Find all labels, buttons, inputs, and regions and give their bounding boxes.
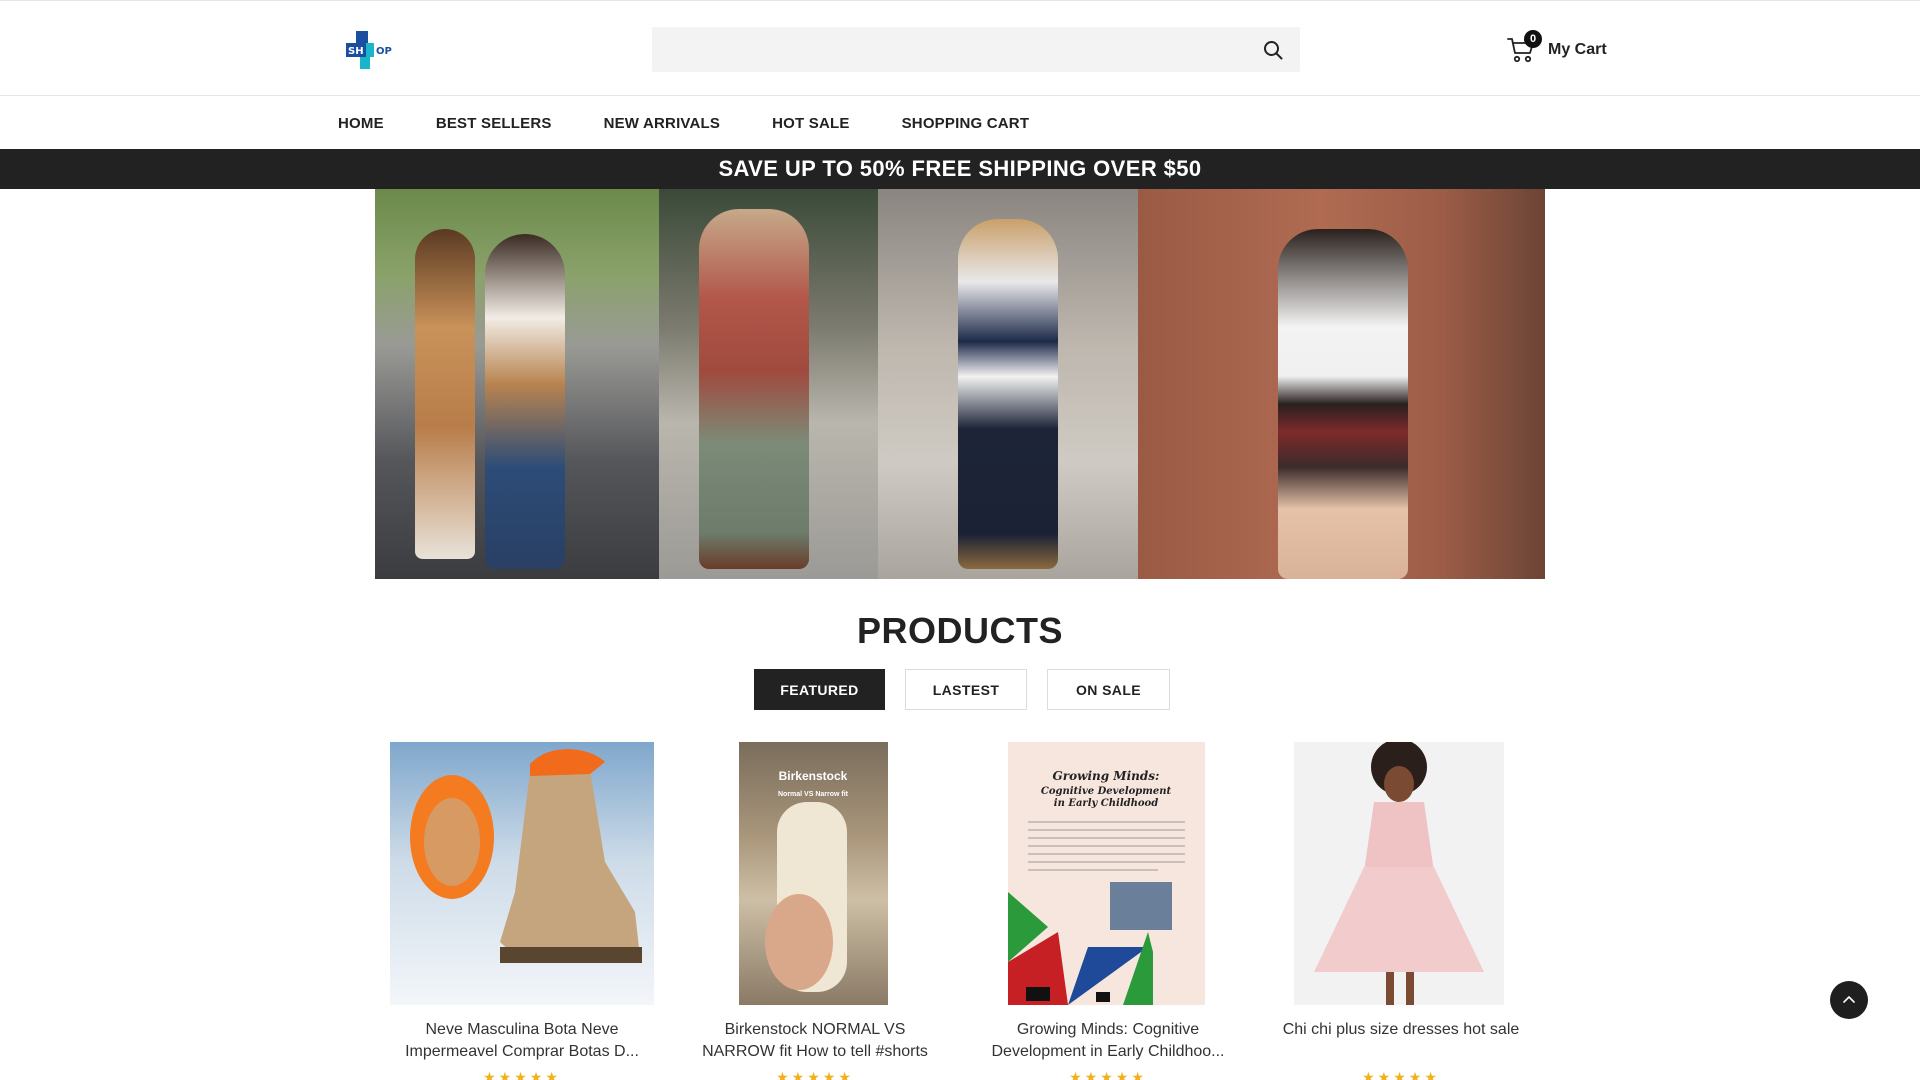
- product-title-line2: NARROW fit How to tell #shorts: [702, 1043, 928, 1060]
- logo-text-left: SH: [348, 46, 364, 57]
- nav-list: HOME BEST SELLERS NEW ARRIVALS HOT SALE …: [338, 97, 1081, 149]
- logo-text-right: OP: [376, 46, 392, 57]
- product-image-birkenstock[interactable]: Birkenstock Normal VS Narrow fit: [739, 742, 888, 1005]
- hero-image-plaid-cape: [659, 189, 878, 579]
- hero-image-plaid-skirt: [1138, 189, 1545, 579]
- hero-image-street-duo: [375, 189, 659, 579]
- product-rating-stars: ★★★★★: [1069, 1069, 1147, 1080]
- thumb-text-1: Birkenstock: [779, 769, 848, 783]
- chevron-up-icon: [1843, 996, 1855, 1003]
- product-title[interactable]: Neve Masculina Bota Neve Impermeavel Com…: [402, 1019, 642, 1063]
- product-rating-stars: ★★★★★: [483, 1069, 561, 1080]
- back-to-top-button[interactable]: [1830, 981, 1868, 1019]
- search-icon: [1264, 41, 1283, 60]
- product-title-line1: Birkenstock NORMAL VS: [724, 1021, 906, 1038]
- search-button[interactable]: [1256, 33, 1290, 67]
- product-tabs: FEATURED LASTEST ON SALE: [754, 669, 1190, 710]
- thumb-text-2: Normal VS Narrow fit: [778, 791, 849, 798]
- products-title: PRODUCTS: [856, 610, 1063, 651]
- tab-on-sale[interactable]: ON SALE: [1047, 669, 1170, 710]
- tab-featured[interactable]: FEATURED: [754, 669, 885, 710]
- birkenstock-illustration: Birkenstock Normal VS Narrow fit: [765, 769, 849, 992]
- boot-illustration: [410, 749, 642, 963]
- pink-dress-illustration: [1314, 742, 1484, 1005]
- product-title[interactable]: Birkenstock NORMAL VS NARROW fit How to …: [695, 1019, 935, 1063]
- announcement-bar: SAVE UP TO 50% FREE SHIPPING OVER $50: [0, 149, 1920, 189]
- hero-image-striped-top: [878, 189, 1138, 579]
- thumb-text-1: Growing Minds:: [1053, 769, 1160, 783]
- tab-latest[interactable]: LASTEST: [905, 669, 1027, 710]
- product-grid: Neve Masculina Bota Neve Impermeavel Com…: [375, 742, 1545, 1080]
- nav-item-hot-sale[interactable]: HOT SALE: [772, 115, 849, 132]
- product-title-line2: Impermeavel Comprar Botas D...: [405, 1043, 639, 1060]
- dvd-cover-illustration: Growing Minds: Cognitive Development in …: [1008, 742, 1205, 1005]
- cart-icon-wrap: 0: [1506, 30, 1542, 66]
- product-image-pink-dress[interactable]: [1294, 742, 1504, 1005]
- product-image-boot[interactable]: [390, 742, 654, 1005]
- product-title-line1: Growing Minds: Cognitive: [1016, 1021, 1200, 1038]
- announcement-text: SAVE UP TO 50% FREE SHIPPING OVER $50: [718, 156, 1202, 181]
- product-title[interactable]: Chi chi plus size dresses hot sale: [1281, 1019, 1521, 1041]
- nav-item-shopping-cart[interactable]: SHOPPING CART: [902, 115, 1030, 132]
- main-nav: HOME BEST SELLERS NEW ARRIVALS HOT SALE …: [0, 97, 1920, 149]
- site-header: SH OP 0 My Cart: [0, 0, 1920, 96]
- search-input[interactable]: [652, 27, 1300, 72]
- cart-label: My Cart: [1548, 41, 1607, 58]
- product-image-growing-minds-dvd[interactable]: Growing Minds: Cognitive Development in …: [1008, 742, 1205, 1005]
- product-title[interactable]: Growing Minds: Cognitive Development in …: [988, 1019, 1228, 1063]
- product-rating-stars: ★★★★★: [1362, 1069, 1440, 1080]
- hero-banner[interactable]: [375, 189, 1545, 579]
- product-rating-stars: ★★★★★: [776, 1069, 854, 1080]
- thumb-text-3: in Early Childhood: [1054, 798, 1158, 809]
- product-title-line1: Chi chi plus size dresses hot sale: [1282, 1021, 1520, 1038]
- product-title-line1: Neve Masculina Bota Neve: [425, 1021, 619, 1038]
- shop-logo-mark: SH OP: [346, 31, 392, 69]
- cart-count-badge: 0: [1524, 30, 1542, 48]
- shop-logo[interactable]: SH OP: [346, 29, 402, 71]
- cart-button[interactable]: 0 My Cart: [1506, 30, 1607, 69]
- nav-item-best-sellers[interactable]: BEST SELLERS: [436, 115, 552, 132]
- product-title-line2: Development in Early Childhoo...: [991, 1043, 1225, 1060]
- nav-item-new-arrivals[interactable]: NEW ARRIVALS: [604, 115, 721, 132]
- nav-item-home[interactable]: HOME: [338, 115, 384, 132]
- thumb-text-2: Cognitive Development: [1041, 786, 1172, 797]
